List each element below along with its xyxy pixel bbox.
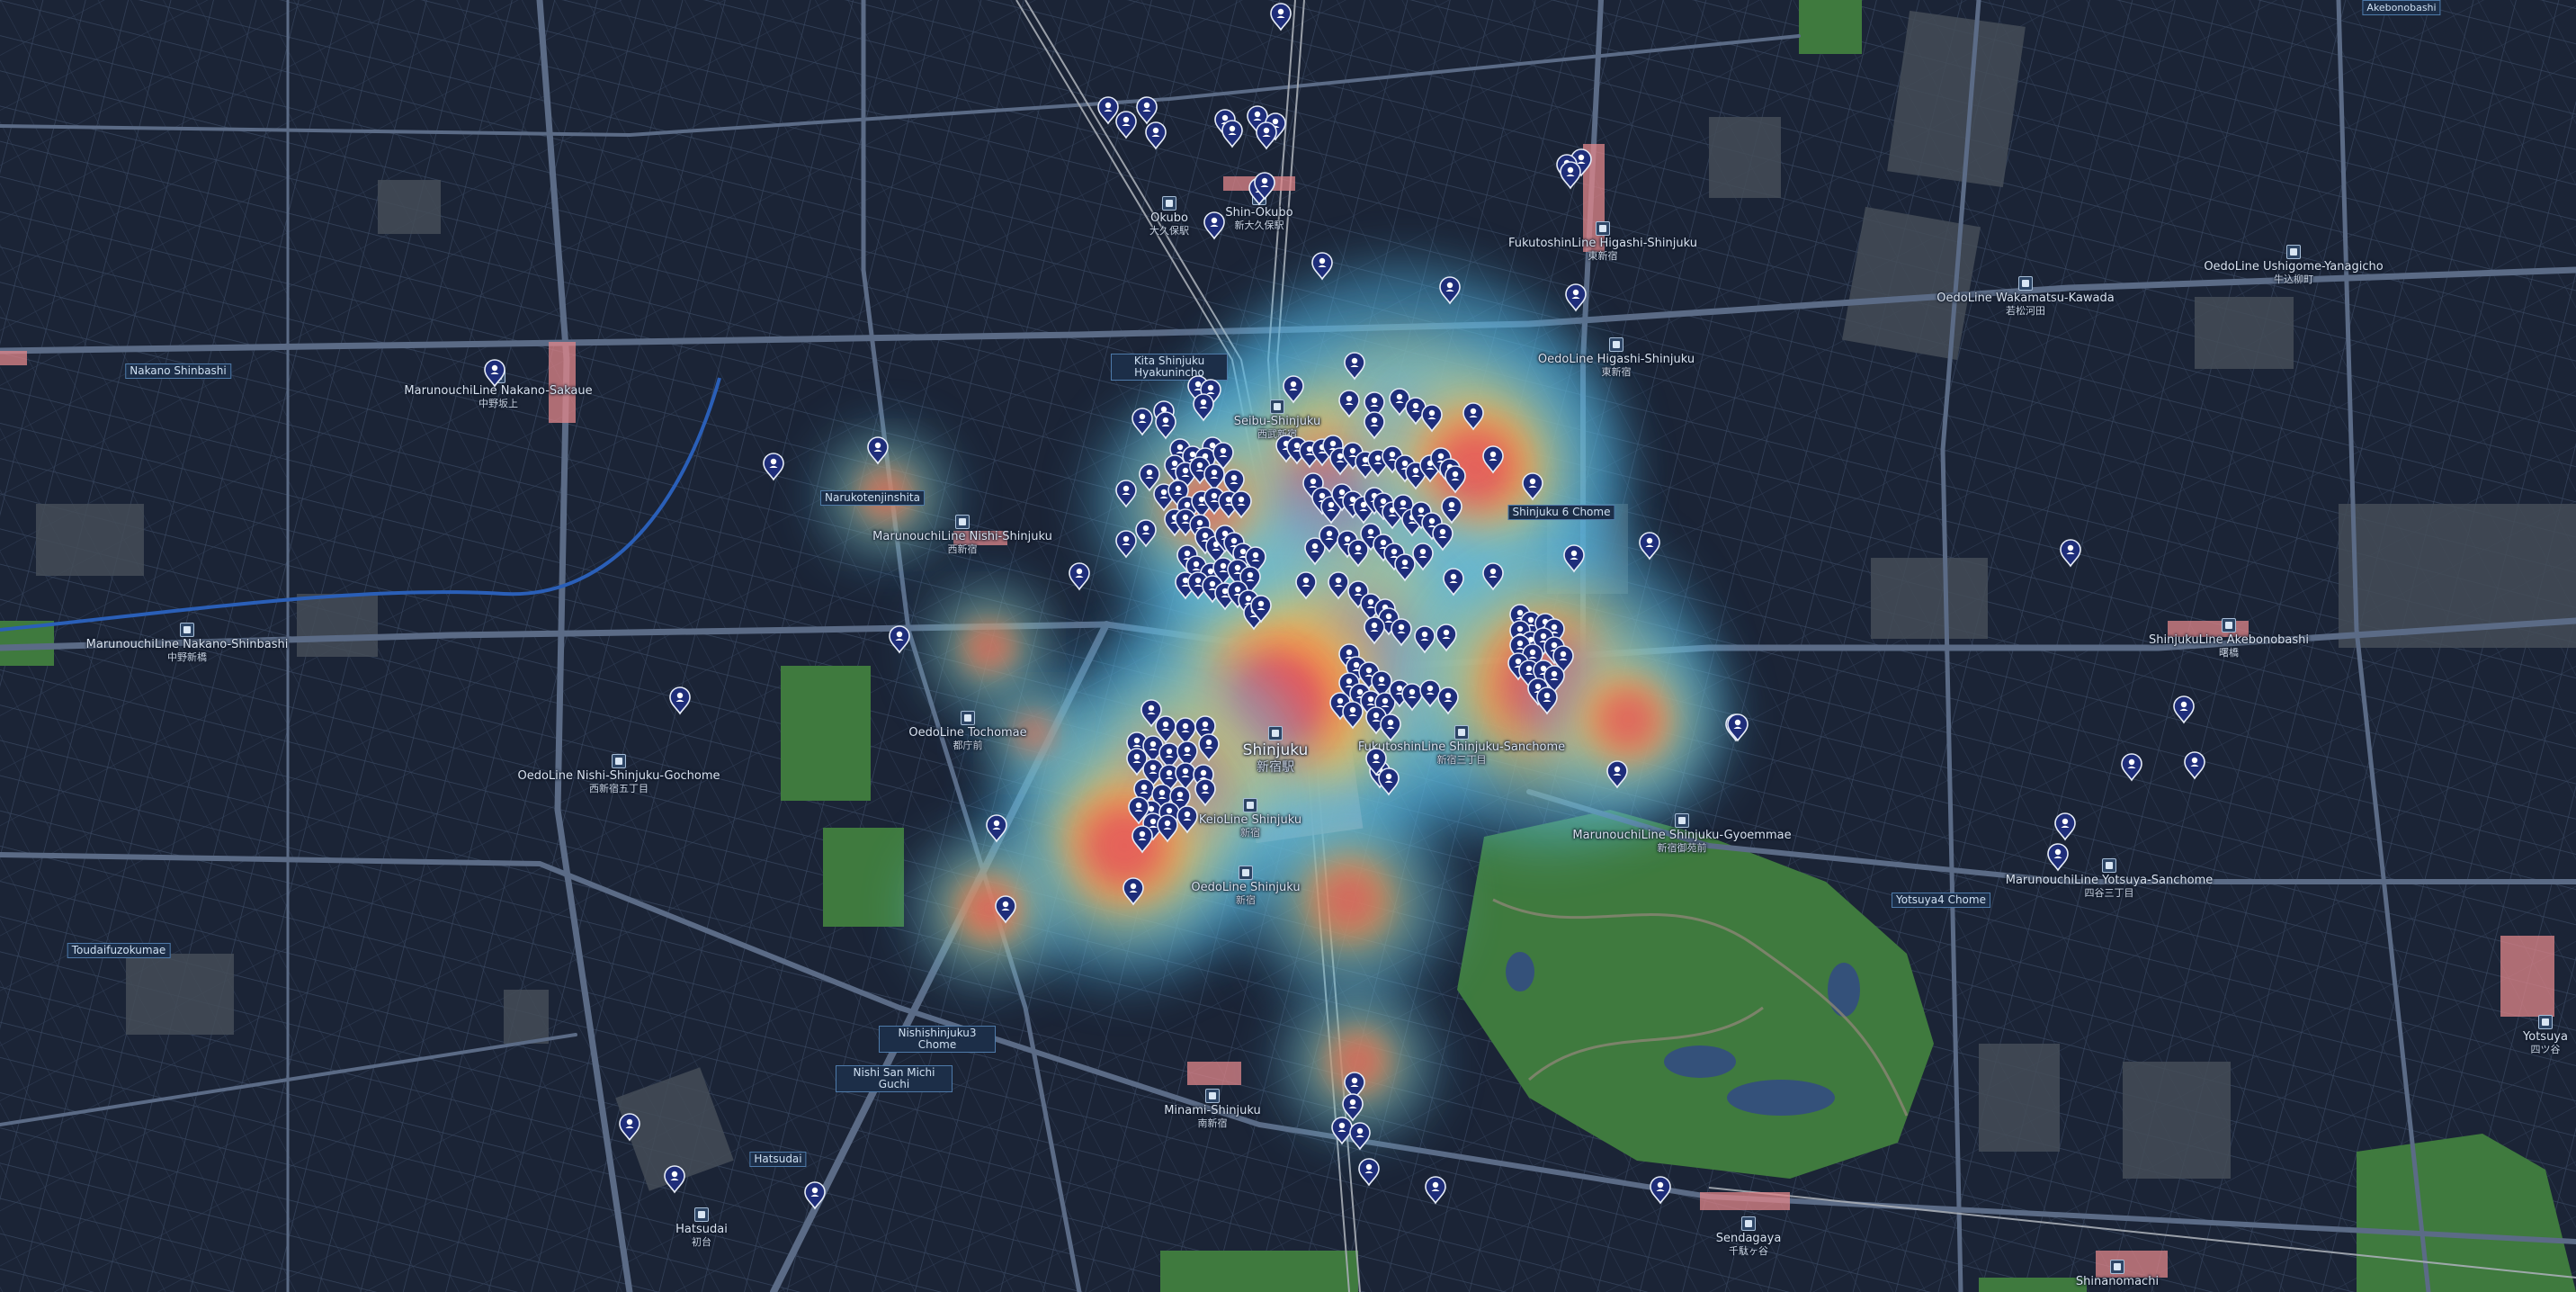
location-pin-icon[interactable] [2054, 812, 2076, 841]
location-pin-icon[interactable] [1136, 96, 1158, 125]
location-pin-icon[interactable] [1563, 544, 1585, 573]
pin-layer [484, 3, 2205, 1210]
location-pin-icon[interactable] [669, 686, 691, 715]
location-pin-icon[interactable] [1193, 393, 1214, 422]
location-pin-icon[interactable] [1565, 283, 1587, 312]
location-pin-icon[interactable] [2173, 695, 2195, 724]
location-pin-icon[interactable] [1349, 1122, 1371, 1151]
location-pin-icon[interactable] [1425, 1176, 1446, 1205]
location-pin-icon[interactable] [1344, 352, 1365, 381]
location-pin-icon[interactable] [889, 625, 910, 654]
location-pin-icon[interactable] [1536, 686, 1558, 715]
location-pin-icon[interactable] [1342, 1093, 1364, 1122]
location-pin-icon[interactable] [1194, 778, 1216, 807]
location-pin-icon[interactable] [1198, 733, 1220, 762]
location-pin-icon[interactable] [1331, 1117, 1353, 1145]
location-pin-icon[interactable] [1283, 375, 1304, 404]
location-pin-icon[interactable] [1443, 568, 1464, 597]
location-pin-icon[interactable] [1256, 121, 1277, 150]
location-pin-icon[interactable] [1482, 562, 1504, 591]
map-canvas[interactable]: Okubo 大久保駅 Shin-Okubo 新大久保駅 FukutoshinLine H… [0, 0, 2576, 1292]
location-pin-icon[interactable] [1131, 408, 1153, 436]
location-pin-icon[interactable] [1157, 814, 1178, 843]
location-pin-icon[interactable] [1175, 717, 1196, 746]
location-pin-icon[interactable] [763, 453, 784, 481]
location-pin-icon[interactable] [2047, 843, 2069, 872]
location-pin-icon[interactable] [1342, 701, 1364, 730]
location-pin-icon[interactable] [1176, 805, 1198, 834]
location-pin-icon[interactable] [2184, 751, 2205, 780]
location-pin-icon[interactable] [1462, 402, 1484, 431]
location-pin-icon[interactable] [1328, 571, 1349, 600]
location-pin-icon[interactable] [1115, 480, 1137, 508]
location-pin-icon[interactable] [1175, 762, 1196, 791]
location-pin-icon[interactable] [1135, 519, 1157, 548]
location-pin-icon[interactable] [1131, 825, 1153, 854]
location-pin-icon[interactable] [664, 1165, 685, 1194]
location-pin-icon[interactable] [1421, 404, 1443, 433]
location-pin-icon[interactable] [986, 814, 1007, 843]
location-pin-icon[interactable] [1358, 1158, 1380, 1187]
location-pin-icon[interactable] [1230, 490, 1252, 519]
location-pin-icon[interactable] [1522, 472, 1543, 501]
location-pin-icon[interactable] [1155, 411, 1176, 440]
location-pin-icon[interactable] [1606, 760, 1628, 789]
location-pin-icon[interactable] [484, 359, 505, 388]
location-pin-icon[interactable] [1115, 530, 1137, 559]
location-pin-icon[interactable] [1069, 562, 1090, 591]
location-pin-icon[interactable] [1650, 1176, 1671, 1205]
location-pin-icon[interactable] [1115, 111, 1137, 139]
location-pin-icon[interactable] [804, 1181, 826, 1210]
location-pin-icon[interactable] [1394, 553, 1416, 582]
location-pin-icon[interactable] [2121, 753, 2142, 782]
location-pin-icon[interactable] [1097, 96, 1119, 125]
location-pin-icon[interactable] [1412, 543, 1434, 571]
location-pin-icon[interactable] [1364, 616, 1385, 645]
location-pin-icon[interactable] [1378, 767, 1400, 796]
location-pin-icon[interactable] [995, 895, 1016, 924]
location-pin-icon[interactable] [1419, 679, 1441, 708]
location-pin-icon[interactable] [1560, 161, 1581, 190]
location-pin-icon[interactable] [1639, 532, 1660, 561]
location-pin-icon[interactable] [867, 436, 889, 465]
location-pin-icon[interactable] [1295, 571, 1317, 600]
location-pin-icon[interactable] [1145, 121, 1167, 150]
location-pin-icon[interactable] [1270, 3, 1292, 31]
location-pin-icon[interactable] [1311, 252, 1333, 281]
location-pin-icon[interactable] [1364, 411, 1385, 440]
corner-station-tag: Akebonobashi [2362, 0, 2441, 15]
location-pin-icon[interactable] [2060, 539, 2081, 568]
location-pin-icon[interactable] [1727, 713, 1749, 742]
location-pin-icon[interactable] [619, 1113, 640, 1142]
location-pin-icon[interactable] [1203, 211, 1225, 240]
location-pin-icon[interactable] [1380, 713, 1401, 742]
location-pin-icon[interactable] [1338, 390, 1360, 418]
location-pin-icon[interactable] [1439, 276, 1461, 305]
location-pin-icon[interactable] [1436, 624, 1457, 652]
location-pin-icon[interactable] [1391, 618, 1412, 647]
location-pin-icon[interactable] [1414, 625, 1436, 654]
location-pin-icon[interactable] [1437, 686, 1459, 715]
location-pin-icon[interactable] [1441, 496, 1462, 525]
location-pin-icon[interactable] [1482, 445, 1504, 474]
location-pin-icon[interactable] [1221, 120, 1243, 148]
location-pin-icon[interactable] [1401, 683, 1423, 712]
location-pin-icon[interactable] [1123, 877, 1144, 906]
location-pin-icon[interactable] [1432, 523, 1453, 552]
location-pin-icon[interactable] [1203, 463, 1225, 492]
location-pin-icon[interactable] [1445, 465, 1466, 494]
